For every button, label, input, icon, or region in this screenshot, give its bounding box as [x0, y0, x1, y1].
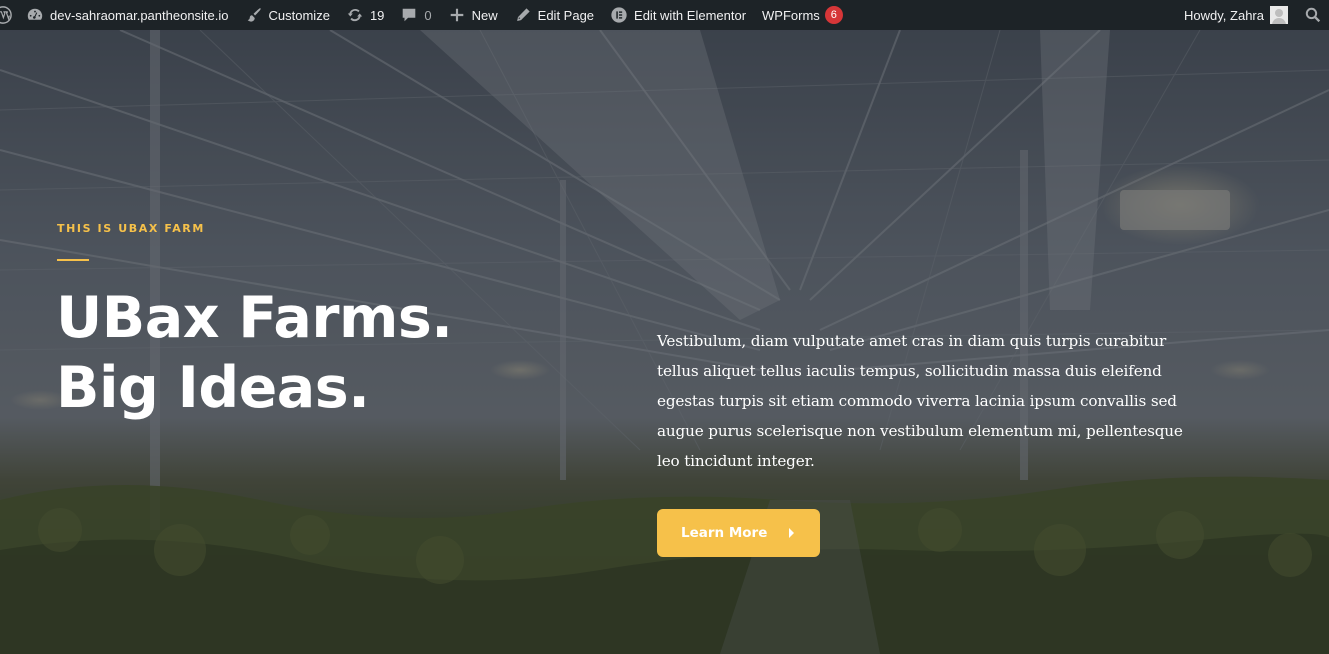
edit-page-label: Edit Page	[537, 7, 595, 23]
comment-icon	[400, 6, 418, 24]
caret-right-icon	[789, 528, 794, 538]
edit-with-elementor-link[interactable]: Edit with Elementor	[602, 0, 754, 30]
headline-line-2: Big Ideas.	[56, 355, 370, 421]
pencil-icon	[514, 6, 532, 24]
updates-link[interactable]: 19	[338, 0, 392, 30]
plus-icon	[448, 6, 466, 24]
hero-eyebrow: THIS IS UBAX FARM	[57, 222, 205, 235]
admin-bar: dev-sahraomar.pantheonsite.io Customize …	[0, 0, 1329, 30]
paintbrush-icon	[245, 6, 263, 24]
wordpress-icon	[0, 6, 12, 24]
search-icon	[1304, 6, 1322, 24]
howdy-label: Howdy, Zahra	[1184, 7, 1264, 23]
wordpress-logo-menu[interactable]	[0, 0, 18, 30]
site-name-menu[interactable]: dev-sahraomar.pantheonsite.io	[18, 0, 237, 30]
edit-with-elementor-label: Edit with Elementor	[634, 7, 747, 23]
learn-more-button[interactable]: Learn More	[657, 509, 820, 557]
wpforms-notification-badge: 6	[824, 6, 843, 24]
hero-description: Vestibulum, diam vulputate amet cras in …	[657, 332, 1183, 470]
avatar	[1270, 6, 1288, 24]
customize-label: Customize	[268, 7, 330, 23]
wpforms-menu[interactable]: WPForms 6	[754, 0, 851, 30]
customize-link[interactable]: Customize	[237, 0, 338, 30]
eyebrow-divider	[57, 259, 89, 261]
site-name-label: dev-sahraomar.pantheonsite.io	[50, 7, 229, 23]
learn-more-label: Learn More	[681, 525, 768, 541]
comments-link[interactable]: 0	[392, 0, 439, 30]
wpforms-label: WPForms	[762, 7, 820, 23]
new-label: New	[471, 7, 498, 23]
edit-page-link[interactable]: Edit Page	[506, 0, 602, 30]
elementor-icon	[610, 6, 628, 24]
new-content-menu[interactable]: New	[440, 0, 506, 30]
comments-count: 0	[424, 7, 432, 23]
dashboard-icon	[26, 6, 44, 24]
updates-count: 19	[369, 7, 385, 23]
search-toggle[interactable]	[1298, 0, 1329, 30]
hero-section: THIS IS UBAX FARM UBax Farms. Big Ideas.…	[0, 30, 1329, 654]
headline-line-1: UBax Farms.	[56, 285, 453, 351]
my-account-menu[interactable]: Howdy, Zahra	[1176, 0, 1298, 30]
hero-headline: UBax Farms. Big Ideas.	[56, 283, 453, 423]
updates-icon	[346, 6, 364, 24]
